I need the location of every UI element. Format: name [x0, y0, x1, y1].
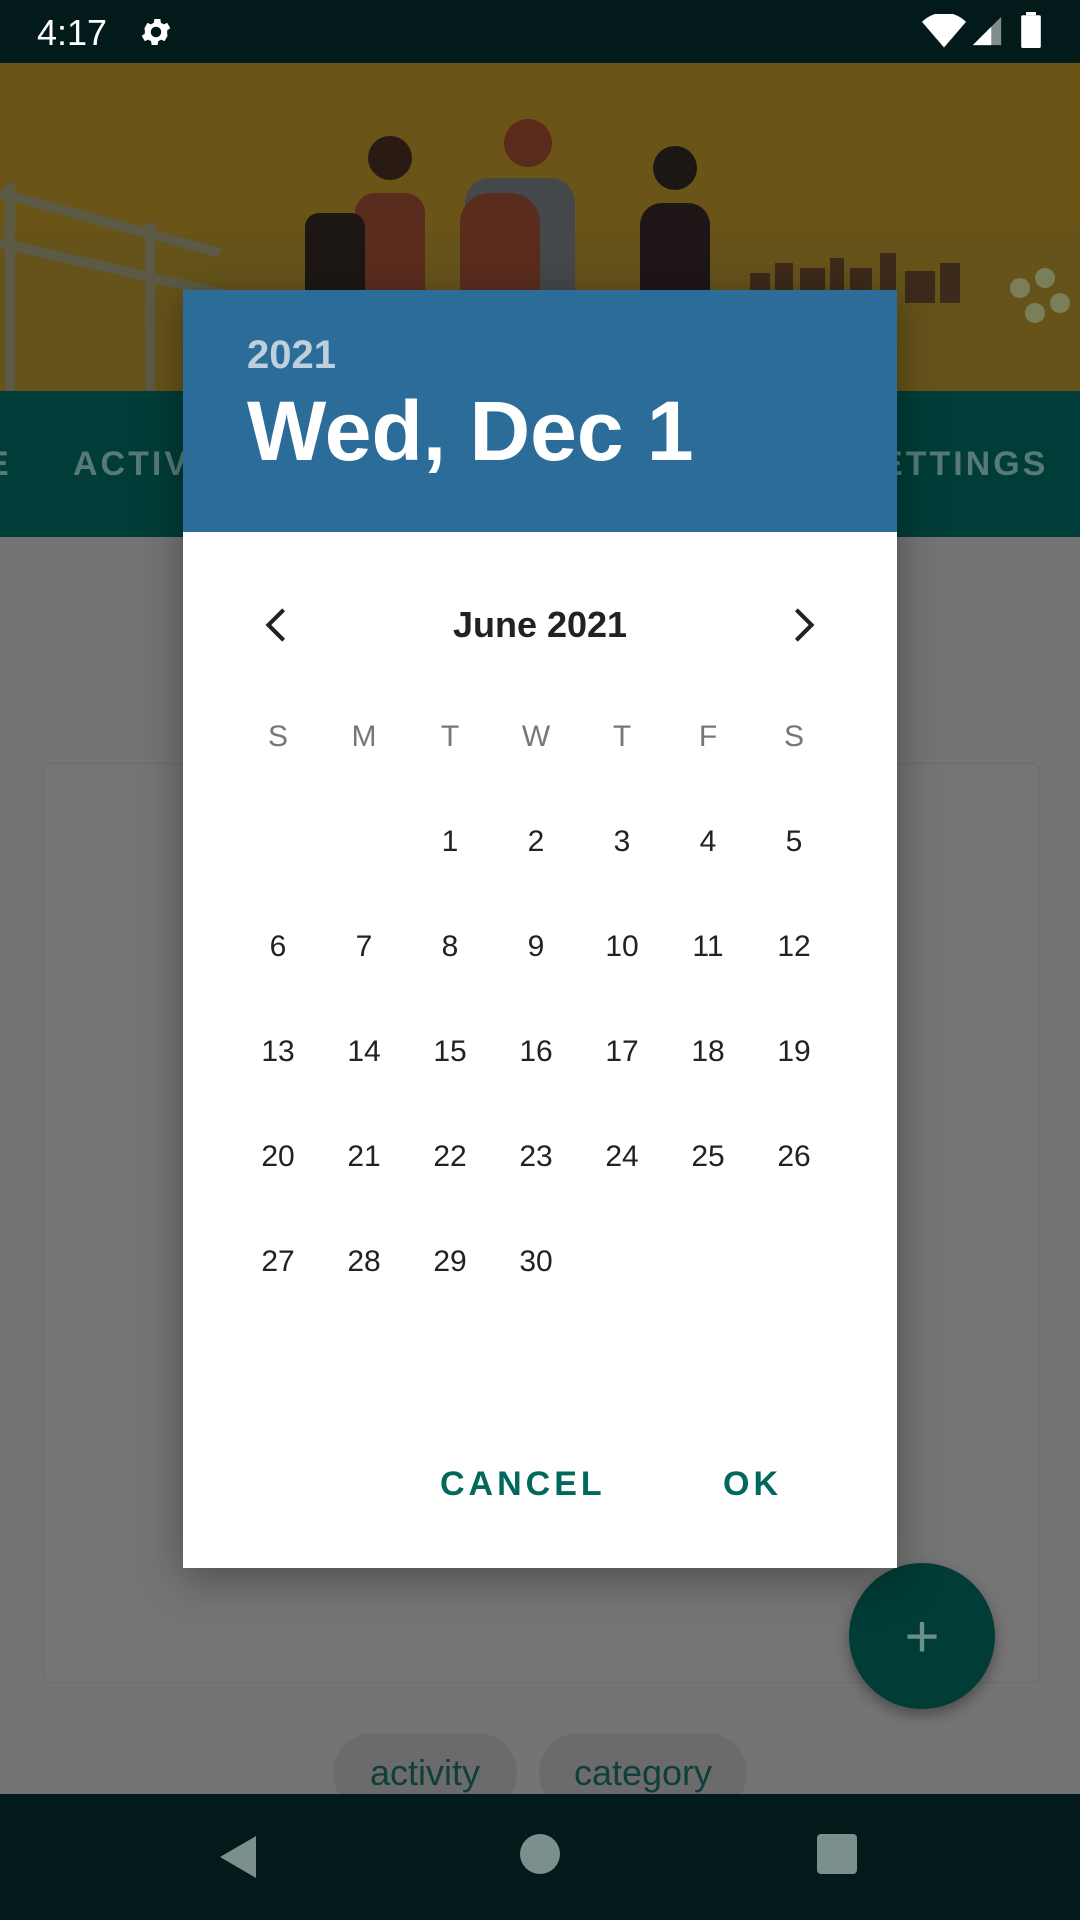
plus-icon: +: [904, 1602, 940, 1670]
home-icon[interactable]: [520, 1834, 560, 1874]
calendar-day[interactable]: 30: [493, 1232, 579, 1292]
calendar-day[interactable]: 20: [235, 1127, 321, 1187]
back-icon[interactable]: [218, 1834, 258, 1880]
weekday-saturday: S: [783, 720, 804, 753]
calendar-day[interactable]: 6: [235, 917, 321, 977]
calendar-day[interactable]: 13: [235, 1022, 321, 1082]
weekday-friday: F: [698, 720, 718, 753]
calendar-day[interactable]: 15: [407, 1022, 493, 1082]
calendar-day[interactable]: 3: [579, 812, 665, 872]
battery-icon: [1021, 12, 1041, 48]
calendar-day[interactable]: 21: [321, 1127, 407, 1187]
cell-signal-icon: [972, 16, 1002, 46]
calendar-day[interactable]: 17: [579, 1022, 665, 1082]
settings-gear-icon: [141, 18, 171, 46]
calendar-day[interactable]: 2: [493, 812, 579, 872]
date-picker-header: 2021 Wed, Dec 1: [183, 290, 897, 532]
calendar-day[interactable]: 5: [751, 812, 837, 872]
calendar-day[interactable]: 9: [493, 917, 579, 977]
calendar-day[interactable]: 7: [321, 917, 407, 977]
add-fab-button[interactable]: +: [849, 1563, 995, 1709]
tab-partial-left[interactable]: E: [0, 445, 12, 484]
weekday-tuesday: T: [440, 720, 460, 753]
weekday-monday: M: [351, 720, 377, 753]
calendar-day[interactable]: 24: [579, 1127, 665, 1187]
calendar-day[interactable]: 18: [665, 1022, 751, 1082]
calendar-day[interactable]: 8: [407, 917, 493, 977]
calendar-day[interactable]: 1: [407, 812, 493, 872]
recents-icon[interactable]: [817, 1834, 857, 1874]
status-bar: 4:17: [0, 0, 1080, 63]
calendar-day[interactable]: 11: [665, 917, 751, 977]
calendar-day[interactable]: 14: [321, 1022, 407, 1082]
selected-date[interactable]: Wed, Dec 1: [247, 383, 694, 480]
calendar-day[interactable]: 16: [493, 1022, 579, 1082]
calendar-day[interactable]: 4: [665, 812, 751, 872]
year-selector[interactable]: 2021: [247, 333, 336, 378]
calendar-day[interactable]: 12: [751, 917, 837, 977]
navigation-bar: [0, 1794, 1080, 1920]
calendar-day[interactable]: 25: [665, 1127, 751, 1187]
chevron-right-icon[interactable]: [777, 600, 827, 650]
cancel-button[interactable]: CANCEL: [440, 1465, 606, 1504]
tab-activity[interactable]: ACTIV: [73, 445, 190, 484]
calendar-day[interactable]: 29: [407, 1232, 493, 1292]
calendar-day[interactable]: 28: [321, 1232, 407, 1292]
calendar-day[interactable]: 19: [751, 1022, 837, 1082]
calendar-day[interactable]: 10: [579, 917, 665, 977]
ok-button[interactable]: OK: [723, 1465, 782, 1504]
date-picker-dialog: 2021 Wed, Dec 1 June 2021 S M T W T F S …: [183, 290, 897, 1568]
weekday-sunday: S: [267, 720, 288, 753]
weekday-thursday: T: [612, 720, 632, 753]
calendar-day[interactable]: 23: [493, 1127, 579, 1187]
calendar-day[interactable]: 22: [407, 1127, 493, 1187]
clock: 4:17: [37, 12, 108, 53]
weekday-wednesday: W: [521, 720, 551, 753]
calendar-day[interactable]: 26: [751, 1127, 837, 1187]
calendar-day[interactable]: 27: [235, 1232, 321, 1292]
tab-settings[interactable]: ETTINGS: [880, 445, 1048, 484]
wifi-icon: [922, 14, 966, 48]
